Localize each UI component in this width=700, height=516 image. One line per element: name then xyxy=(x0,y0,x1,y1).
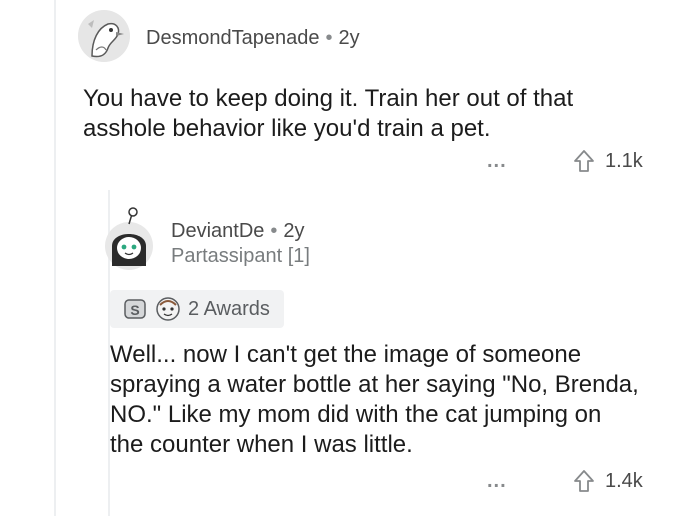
comment-body: Well... now I can't get the image of som… xyxy=(110,341,639,458)
svg-text:S: S xyxy=(130,302,139,318)
bird-avatar-icon xyxy=(78,10,130,62)
username-link[interactable]: DesmondTapenade xyxy=(146,27,319,49)
meta-separator: • xyxy=(325,27,333,49)
comment-meta: DeviantDe • 2y xyxy=(171,220,305,243)
thread-line-outer[interactable] xyxy=(54,0,56,516)
upvote-control[interactable]: 1.1k xyxy=(573,149,643,173)
meta-separator: • xyxy=(270,220,278,242)
more-options-icon[interactable]: ... xyxy=(487,150,507,173)
vote-score: 1.4k xyxy=(605,469,643,492)
upvote-control[interactable]: 1.4k xyxy=(573,469,643,493)
upvote-arrow-icon[interactable] xyxy=(573,149,595,173)
silver-award-icon: S xyxy=(124,299,146,319)
username-link[interactable]: DeviantDe xyxy=(171,220,264,242)
user-avatar-snoo[interactable] xyxy=(100,206,158,270)
comment-meta: DesmondTapenade • 2y xyxy=(146,27,360,50)
vote-score: 1.1k xyxy=(605,149,643,172)
awards-badge[interactable]: S 2 Awards xyxy=(110,290,284,328)
user-flair: Partassipant [1] xyxy=(171,245,310,267)
upvote-arrow-icon[interactable] xyxy=(573,469,595,493)
comment-age: 2y xyxy=(338,27,360,49)
comment-age: 2y xyxy=(283,220,305,242)
user-avatar-bird[interactable] xyxy=(78,10,130,62)
comment-body: You have to keep doing it. Train her out… xyxy=(83,85,574,142)
more-options-icon[interactable]: ... xyxy=(487,470,507,493)
awards-count: 2 Awards xyxy=(188,297,270,320)
snoo-avatar-icon xyxy=(105,207,153,270)
award-badge-icon xyxy=(156,297,180,321)
